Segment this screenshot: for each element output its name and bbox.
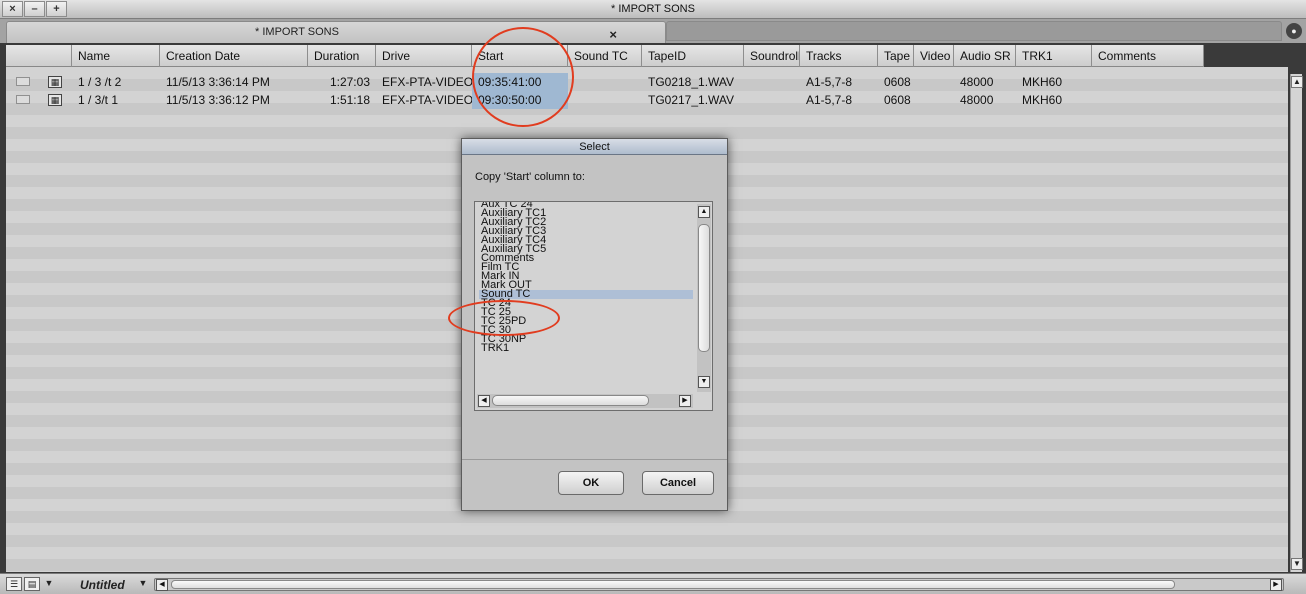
cell-tape[interactable]: 0608 — [878, 91, 914, 109]
column-header-tracks[interactable]: Tracks — [800, 45, 878, 67]
dialog-separator — [462, 459, 727, 460]
bin-view-name[interactable]: Untitled — [80, 578, 125, 592]
list-item[interactable]: TC 24 — [479, 298, 693, 309]
table-row[interactable]: ▦ 1 / 3/t 1 11/5/13 3:36:12 PM 1:51:18 E… — [6, 91, 1204, 109]
row-select-box[interactable] — [16, 77, 30, 86]
list-horizontal-scrollbar[interactable]: ◀ ▶ — [477, 394, 693, 408]
column-header-name[interactable]: Name — [72, 45, 160, 67]
list-scroll-up-icon[interactable]: ▲ — [698, 206, 710, 218]
column-header-tape[interactable]: Tape — [878, 45, 914, 67]
dialog-prompt: Copy 'Start' column to: — [475, 171, 585, 183]
column-header-creation-date[interactable]: Creation Date — [160, 45, 308, 67]
cell-comments[interactable] — [1092, 73, 1204, 91]
audio-clip-icon: ▦ — [48, 94, 62, 106]
scroll-down-icon[interactable]: ▼ — [1291, 558, 1303, 570]
bin-view-dropdown-icon[interactable]: ▼ — [136, 577, 150, 591]
cancel-button[interactable]: Cancel — [642, 471, 714, 495]
list-horizontal-scroll-thumb[interactable] — [492, 395, 649, 406]
column-header-trk1[interactable]: TRK1 — [1016, 45, 1092, 67]
dialog-title: Select — [462, 139, 727, 155]
cell-comments[interactable] — [1092, 91, 1204, 109]
cell-drive[interactable]: EFX-PTA-VIDEO — [376, 91, 472, 109]
cell-duration[interactable]: 1:27:03 — [308, 73, 376, 91]
cell-creation-date[interactable]: 11/5/13 3:36:12 PM — [160, 91, 308, 109]
row-select-box[interactable] — [16, 95, 30, 104]
audio-clip-icon: ▦ — [48, 76, 62, 88]
list-scroll-down-icon[interactable]: ▼ — [698, 376, 710, 388]
list-item[interactable]: TC 30NP — [479, 334, 693, 345]
cell-tracks[interactable]: A1-5,7-8 — [800, 73, 878, 91]
ok-button[interactable]: OK — [558, 471, 624, 495]
cell-trk1[interactable]: MKH60 — [1016, 91, 1092, 109]
column-header-tape-id[interactable]: TapeID — [642, 45, 744, 67]
cell-duration[interactable]: 1:51:18 — [308, 91, 376, 109]
list-scroll-right-icon[interactable]: ▶ — [679, 395, 691, 407]
scroll-left-icon[interactable]: ◀ — [156, 579, 168, 591]
cell-soundroll[interactable] — [744, 73, 800, 91]
vertical-scrollbar[interactable]: ▲ ▼ — [1290, 74, 1303, 572]
list-vertical-scroll-thumb[interactable] — [698, 224, 710, 352]
panel-menu-icon[interactable]: ● — [1286, 23, 1302, 39]
list-item[interactable]: TRK1 — [479, 343, 693, 354]
list-vertical-scrollbar[interactable]: ▲ ▼ — [697, 204, 711, 392]
cell-tracks[interactable]: A1-5,7-8 — [800, 91, 878, 109]
column-header-spacer — [6, 45, 72, 67]
cell-start[interactable]: 09:30:50:00 — [472, 91, 568, 109]
column-target-list[interactable]: Aux TC 24 Auxiliary TC1 Auxiliary TC2 Au… — [474, 201, 713, 411]
cell-soundroll[interactable] — [744, 91, 800, 109]
cell-drive[interactable]: EFX-PTA-VIDEO — [376, 73, 472, 91]
cell-video[interactable] — [914, 91, 954, 109]
tab-bar-empty — [666, 21, 1282, 41]
column-header-duration[interactable]: Duration — [308, 45, 376, 67]
horizontal-scrollbar[interactable]: ◀ ▶ — [154, 578, 1284, 591]
column-target-options: Aux TC 24 Auxiliary TC1 Auxiliary TC2 Au… — [479, 202, 693, 354]
cell-sound-tc[interactable] — [568, 73, 642, 91]
tab-import-sons[interactable]: * IMPORT SONS × — [6, 21, 666, 43]
column-header-soundroll[interactable]: Soundroll — [744, 45, 800, 67]
column-header-start[interactable]: Start — [472, 45, 568, 67]
list-item[interactable]: TC 25PD — [479, 316, 693, 327]
bin-footer: ☰ ▤ ▼ Untitled ▼ ◀ ▶ — [0, 573, 1306, 594]
cell-tape-id[interactable]: TG0217_1.WAV — [642, 91, 744, 109]
column-header-row: Name Creation Date Duration Drive Start … — [6, 45, 1204, 67]
scroll-up-icon[interactable]: ▲ — [1291, 76, 1303, 88]
horizontal-scroll-thumb[interactable] — [171, 580, 1175, 589]
window-title: * IMPORT SONS — [611, 3, 695, 15]
cell-audio-sr[interactable]: 48000 — [954, 91, 1016, 109]
frame-view-icon[interactable]: ☰ — [6, 577, 22, 591]
cell-audio-sr[interactable]: 48000 — [954, 73, 1016, 91]
cell-name[interactable]: 1 / 3/t 1 — [72, 91, 160, 109]
cell-name[interactable]: 1 / 3 /t 2 — [72, 73, 160, 91]
table-row[interactable]: ▦ 1 / 3 /t 2 11/5/13 3:36:14 PM 1:27:03 … — [6, 73, 1204, 91]
select-dialog: Select Copy 'Start' column to: Aux TC 24… — [461, 138, 728, 511]
cell-sound-tc[interactable] — [568, 91, 642, 109]
column-header-video[interactable]: Video — [914, 45, 954, 67]
list-scroll-left-icon[interactable]: ◀ — [478, 395, 490, 407]
cell-start[interactable]: 09:35:41:00 — [472, 73, 568, 91]
cell-tape-id[interactable]: TG0218_1.WAV — [642, 73, 744, 91]
view-menu-dropdown-icon[interactable]: ▼ — [42, 577, 56, 591]
column-header-comments[interactable]: Comments — [1092, 45, 1204, 67]
column-header-drive[interactable]: Drive — [376, 45, 472, 67]
cell-trk1[interactable]: MKH60 — [1016, 73, 1092, 91]
window-titlebar: × – + * IMPORT SONS — [0, 0, 1306, 19]
tab-bar: * IMPORT SONS × ● — [0, 19, 1306, 43]
cell-video[interactable] — [914, 73, 954, 91]
tab-close-icon[interactable]: × — [609, 27, 617, 42]
cell-tape[interactable]: 0608 — [878, 73, 914, 91]
list-item-selected[interactable]: Sound TC — [479, 289, 693, 300]
text-view-icon[interactable]: ▤ — [24, 577, 40, 591]
column-header-audio-sr[interactable]: Audio SR — [954, 45, 1016, 67]
scroll-right-icon[interactable]: ▶ — [1270, 579, 1282, 591]
tab-title: * IMPORT SONS — [255, 26, 339, 38]
cell-creation-date[interactable]: 11/5/13 3:36:14 PM — [160, 73, 308, 91]
column-header-sound-tc[interactable]: Sound TC — [568, 45, 642, 67]
